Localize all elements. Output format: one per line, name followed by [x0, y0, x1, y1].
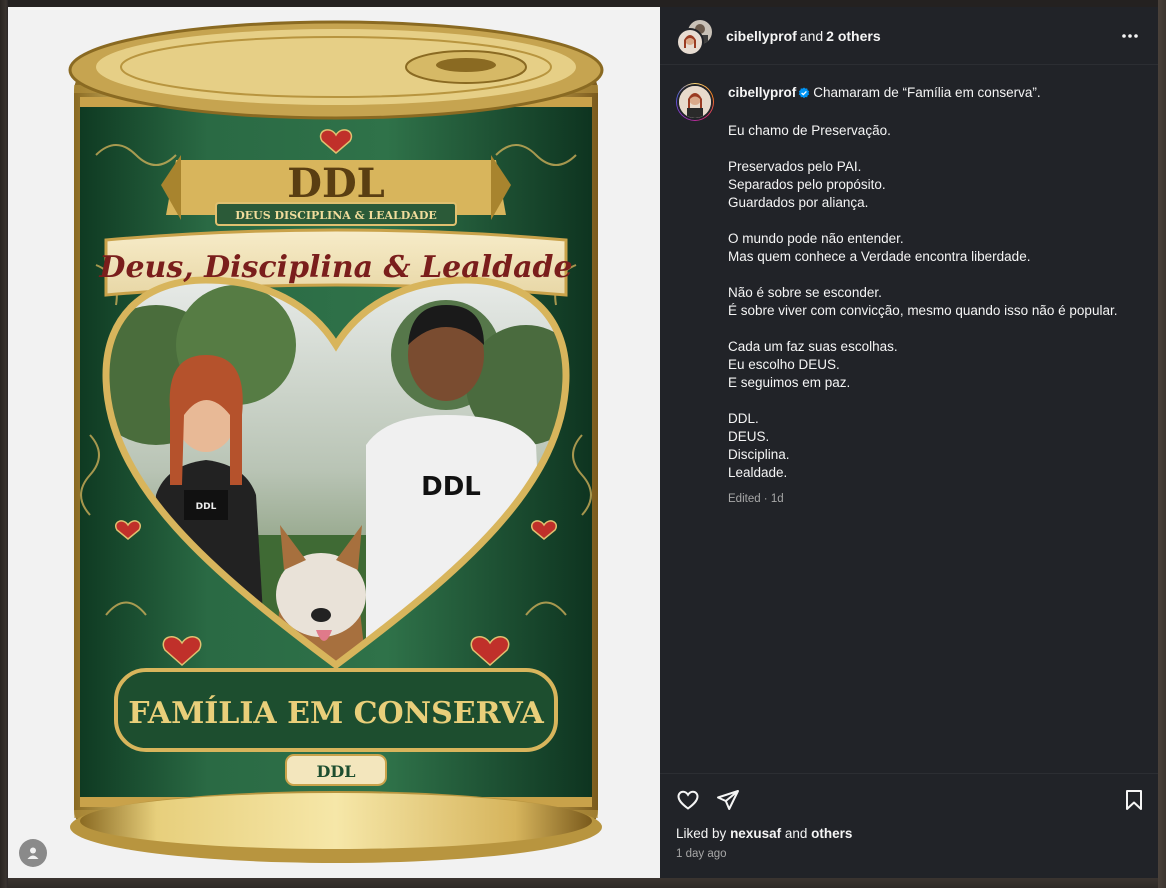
avatar — [676, 27, 704, 56]
likes-and: and — [784, 826, 808, 841]
can-script-title: Deus, Disciplina & Lealdade — [98, 250, 572, 285]
post-header: cibellyprof and 2 others — [660, 7, 1158, 65]
and-text: and — [799, 27, 824, 44]
caption-line: Eu escolho DEUS. — [728, 357, 840, 372]
more-horizontal-icon — [1122, 33, 1138, 38]
verified-badge-icon — [798, 86, 810, 104]
send-icon — [717, 790, 739, 810]
author-username[interactable]: cibellyprof — [726, 28, 797, 44]
post-author-line: cibellyprof and 2 others — [726, 28, 881, 44]
caption-line: DEUS. — [728, 429, 770, 444]
likes-prefix: Liked by — [676, 826, 727, 841]
caption-line: Eu chamo de Preservação. — [728, 123, 891, 138]
caption-line: Mas quem conhece a Verdade encontra libe… — [728, 249, 1031, 264]
post-modal: DDL DDL DDL DEUS DISCIPLINA & LEALDADE D… — [8, 7, 1158, 878]
caption-line: Não é sobre se esconder. — [728, 285, 882, 300]
bookmark-icon — [1126, 790, 1142, 810]
caption-line: Chamaram de “Família em conserva”. — [813, 85, 1041, 100]
shirt-logo-man: DDL — [421, 472, 481, 502]
user-tag-icon — [27, 847, 39, 859]
caption-line: Cada um faz suas escolhas. — [728, 339, 898, 354]
like-button[interactable] — [676, 788, 700, 812]
collaborators-link[interactable]: 2 others — [826, 28, 880, 44]
caption-username[interactable]: cibellyprof — [728, 85, 796, 100]
caption-line: Separados pelo propósito. — [728, 177, 886, 192]
heart-icon — [677, 790, 699, 810]
can-bottom-subtitle: DDL — [317, 762, 356, 781]
collab-avatars[interactable] — [676, 17, 714, 56]
can-ribbon-subtitle: DEUS DISCIPLINA & LEALDADE — [235, 209, 437, 222]
caption-line: Disciplina. — [728, 447, 790, 462]
avatar — [677, 84, 713, 120]
caption-line: Preservados pelo PAI. — [728, 159, 862, 174]
caption-line: E seguimos em paz. — [728, 375, 851, 390]
likers-others-link[interactable]: others — [811, 826, 852, 841]
can-ribbon-title: DDL — [287, 160, 385, 207]
caption-line: DDL. — [728, 411, 759, 426]
caption-line: Lealdade. — [728, 465, 788, 480]
edited-timestamp: Edited · 1d — [728, 493, 784, 505]
can-bottom-title: FAMÍLIA EM CONSERVA — [128, 695, 544, 731]
caption-line: É sobre viver com convicção, mesmo quand… — [728, 303, 1118, 318]
user-tag-button[interactable] — [19, 839, 47, 867]
caption-line: O mundo pode não entender. — [728, 231, 904, 246]
caption-avatar[interactable] — [676, 83, 714, 121]
post-image: DDL DDL DDL DEUS DISCIPLINA & LEALDADE D… — [68, 20, 604, 863]
caption-text: cibellyprof Chamaram de “Família em conse… — [728, 83, 1138, 773]
share-button[interactable] — [716, 788, 740, 812]
post-side-panel: cibellyprof and 2 others cibellyprof Chamar… — [660, 7, 1158, 878]
caption-line: Guardados por aliança. — [728, 195, 869, 210]
more-options-button[interactable] — [1118, 24, 1142, 48]
save-button[interactable] — [1122, 788, 1146, 812]
liker-username[interactable]: nexusaf — [730, 826, 781, 841]
post-media[interactable]: DDL DDL DDL DEUS DISCIPLINA & LEALDADE D… — [8, 7, 660, 878]
likes-summary: Liked by nexusaf and others — [660, 826, 1158, 846]
post-timestamp: 1 day ago — [676, 848, 727, 860]
shirt-logo-woman: DDL — [196, 502, 217, 512]
action-bar — [660, 773, 1158, 826]
caption-section: cibellyprof Chamaram de “Família em conse… — [660, 65, 1158, 773]
